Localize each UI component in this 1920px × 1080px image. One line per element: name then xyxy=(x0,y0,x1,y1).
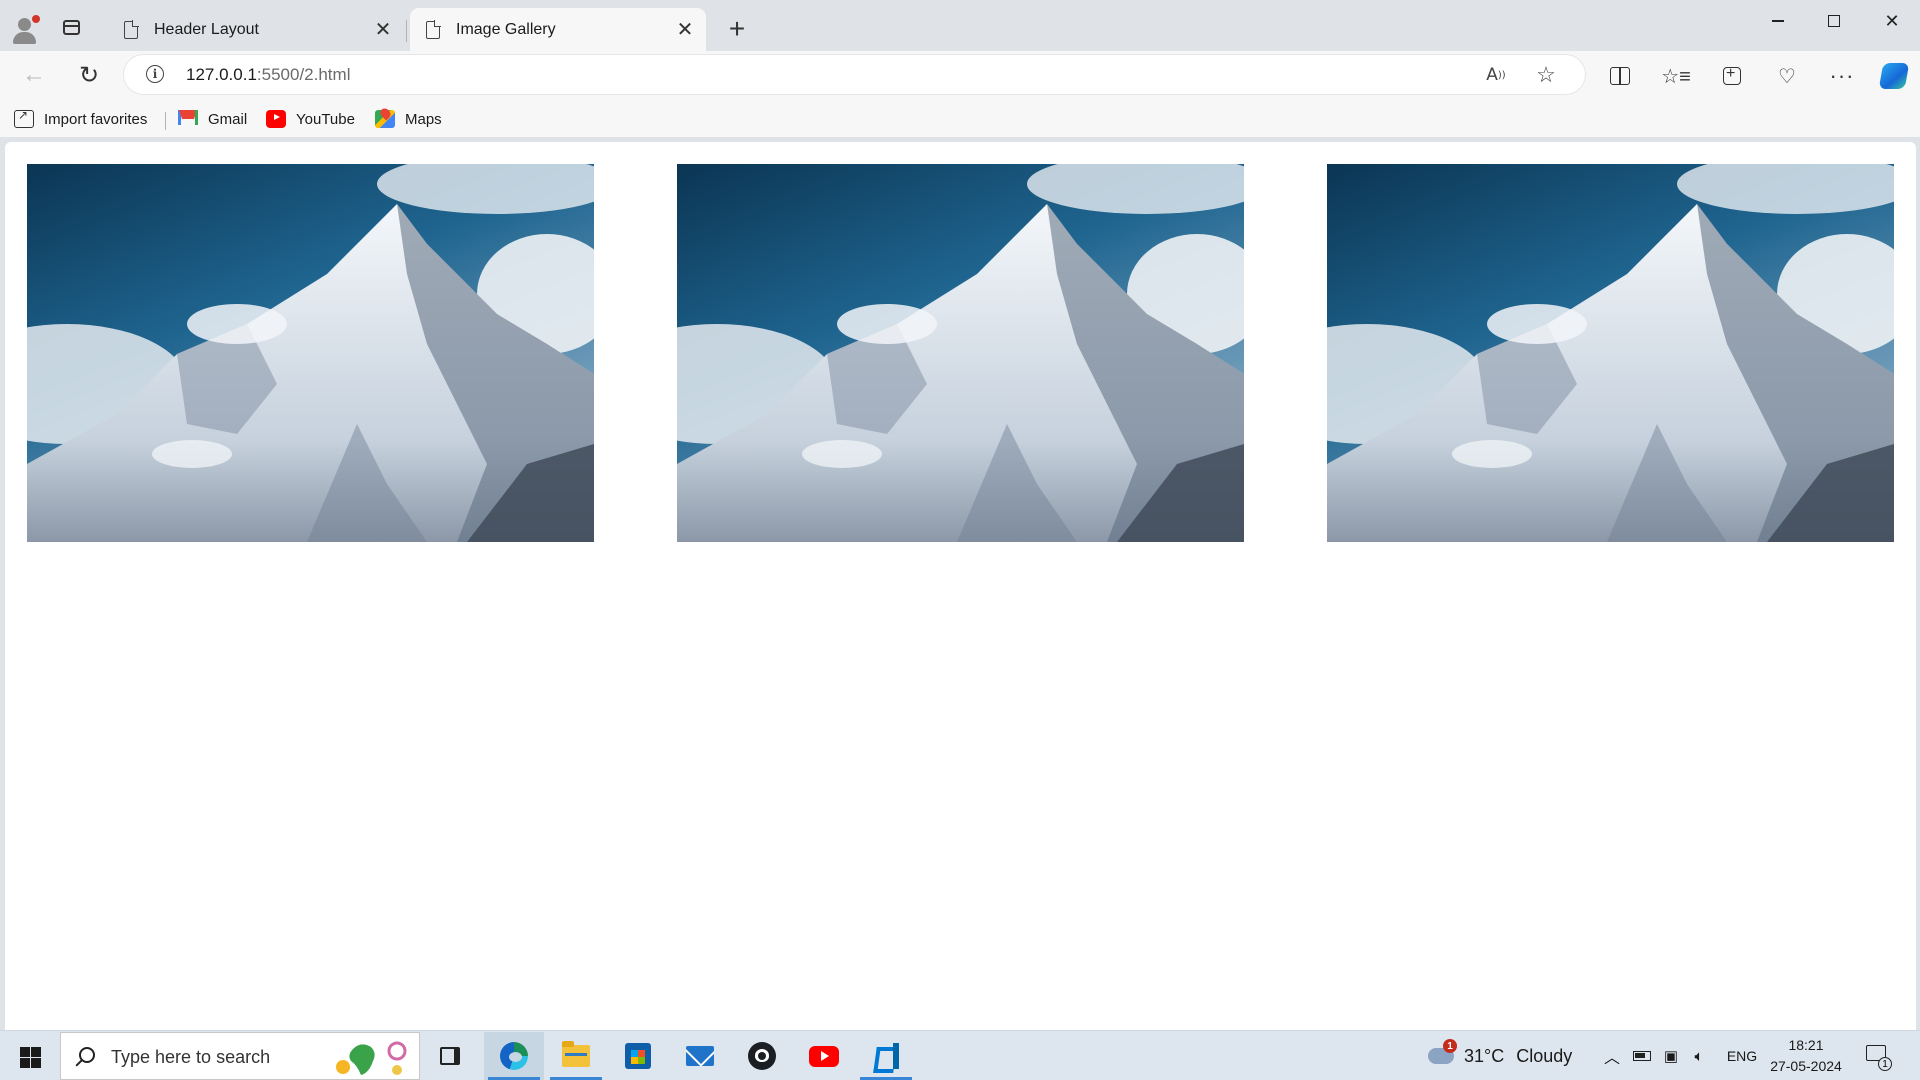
battery-icon[interactable] xyxy=(1631,1043,1653,1069)
weather-condition: Cloudy xyxy=(1516,1045,1573,1066)
tab-title: Header Layout xyxy=(154,20,259,38)
start-button[interactable] xyxy=(10,1043,50,1071)
clock-time: 18:21 xyxy=(1788,1037,1824,1053)
gmail-icon xyxy=(178,110,198,128)
mountain-photo xyxy=(677,164,1244,542)
maps-icon xyxy=(375,110,395,128)
copilot-icon[interactable] xyxy=(1878,60,1910,92)
page-icon xyxy=(426,19,441,39)
mountain-photo xyxy=(1327,164,1894,542)
gallery-image-mountain xyxy=(27,164,594,542)
browser-toolbar: ← ↻ i 127.0.0.1:5500/2.html A)) ☆ ☆≡ ♡ ·… xyxy=(0,51,1920,100)
taskbar-mail[interactable] xyxy=(670,1032,730,1080)
url-text[interactable]: 127.0.0.1:5500/2.html xyxy=(186,65,350,85)
back-button[interactable]: ← xyxy=(16,57,52,93)
url-path: :5500/2.html xyxy=(256,65,351,84)
github-icon xyxy=(748,1042,776,1070)
weather-badge: 1 xyxy=(1443,1039,1457,1053)
favorite-maps[interactable]: Maps xyxy=(375,108,442,130)
clock-date: 27-05-2024 xyxy=(1770,1058,1842,1074)
url-host: 127.0.0.1 xyxy=(186,65,257,84)
tab-header-layout[interactable]: Header Layout ✕ xyxy=(108,8,404,51)
more-menu-icon[interactable]: ··· xyxy=(1826,60,1858,92)
task-view-button[interactable] xyxy=(420,1032,480,1080)
search-icon xyxy=(79,1047,95,1063)
folder-icon xyxy=(562,1041,590,1067)
search-highlight-art-icon xyxy=(336,1041,407,1075)
image-gallery xyxy=(27,164,1894,542)
close-tab-icon[interactable]: ✕ xyxy=(670,15,700,45)
youtube-icon xyxy=(809,1045,839,1067)
taskbar-youtube[interactable] xyxy=(794,1032,854,1080)
favorite-youtube[interactable]: YouTube xyxy=(266,108,355,130)
language-indicator[interactable]: ENG xyxy=(1724,1043,1760,1069)
collections-icon[interactable] xyxy=(1716,60,1748,92)
show-hidden-icons-chevron-icon[interactable]: ︿ xyxy=(1602,1043,1622,1069)
mountain-photo xyxy=(27,164,594,542)
camera-icon[interactable]: ▣ xyxy=(1660,1043,1682,1069)
vscode-icon xyxy=(873,1043,899,1069)
youtube-icon xyxy=(266,110,286,128)
cloud-icon: 1 xyxy=(1428,1039,1457,1064)
site-info-icon[interactable]: i xyxy=(146,65,164,83)
windows-taskbar: Type here to search 1 31°C Cloudy ︿ ▣ 🔈︎… xyxy=(0,1030,1920,1080)
import-icon xyxy=(14,108,34,128)
minimize-button[interactable] xyxy=(1750,4,1806,38)
reload-button[interactable]: ↻ xyxy=(71,57,107,93)
favorite-import[interactable]: Import favorites xyxy=(14,108,147,130)
taskbar-vscode[interactable] xyxy=(856,1032,916,1080)
gallery-image-mountain xyxy=(1327,164,1894,542)
profile-avatar-icon[interactable] xyxy=(10,14,40,44)
favorite-gmail[interactable]: Gmail xyxy=(178,108,247,130)
browser-essentials-icon[interactable]: ♡ xyxy=(1771,60,1803,92)
system-clock[interactable]: 18:21 27-05-2024 xyxy=(1766,1035,1846,1077)
favorite-label: Gmail xyxy=(208,110,248,128)
tab-title: Image Gallery xyxy=(456,20,556,38)
close-window-button[interactable]: ✕ xyxy=(1864,4,1920,38)
store-icon xyxy=(625,1043,651,1069)
read-aloud-icon[interactable]: A)) xyxy=(1484,63,1508,87)
add-favorite-icon[interactable]: ☆ xyxy=(1534,62,1558,87)
search-placeholder: Type here to search xyxy=(111,1047,271,1067)
gallery-image-mountain xyxy=(677,164,1244,542)
page-viewport xyxy=(5,142,1916,1030)
taskbar-file-explorer[interactable] xyxy=(546,1032,606,1080)
task-view-icon xyxy=(440,1047,460,1065)
page-icon xyxy=(124,19,139,39)
split-screen-icon[interactable] xyxy=(1604,60,1636,92)
workspaces-icon[interactable] xyxy=(63,20,80,35)
favorite-label: YouTube xyxy=(296,110,355,128)
address-bar[interactable]: i 127.0.0.1:5500/2.html A)) ☆ xyxy=(124,55,1585,94)
favorite-label: Maps xyxy=(405,110,442,128)
favorite-label: Import favorites xyxy=(44,110,148,128)
volume-icon[interactable]: 🔈︎ xyxy=(1688,1043,1710,1069)
taskbar-edge[interactable] xyxy=(484,1032,544,1080)
notification-center-icon[interactable]: 1 xyxy=(1866,1043,1892,1071)
favorites-divider xyxy=(165,112,166,130)
maximize-button[interactable] xyxy=(1806,4,1862,38)
new-tab-button[interactable]: + xyxy=(722,13,752,44)
weather-temp: 31°C xyxy=(1464,1045,1505,1066)
notification-count: 1 xyxy=(1878,1057,1892,1071)
close-tab-icon[interactable]: ✕ xyxy=(368,15,398,45)
tab-divider xyxy=(406,20,407,42)
taskbar-store[interactable] xyxy=(608,1032,668,1080)
mail-icon xyxy=(686,1046,714,1066)
favorites-bar: Import favorites Gmail YouTube Maps xyxy=(0,100,1920,137)
taskbar-search-box[interactable]: Type here to search xyxy=(60,1032,420,1080)
weather-widget[interactable]: 1 31°C Cloudy xyxy=(1428,1039,1573,1069)
edge-icon xyxy=(500,1042,528,1070)
tab-image-gallery[interactable]: Image Gallery ✕ xyxy=(410,8,706,51)
tab-strip: Header Layout ✕ Image Gallery ✕ + ✕ xyxy=(0,0,1920,51)
favorites-icon[interactable]: ☆≡ xyxy=(1660,60,1692,92)
taskbar-github[interactable] xyxy=(732,1032,792,1080)
